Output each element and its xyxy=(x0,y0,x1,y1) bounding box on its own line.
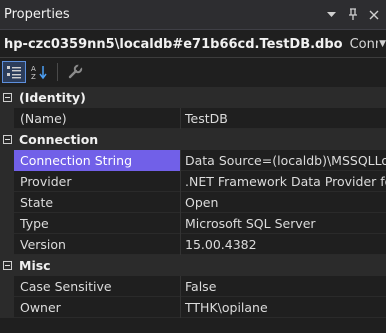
property-value[interactable]: Open xyxy=(180,191,386,213)
property-value[interactable]: False xyxy=(180,275,386,297)
property-value[interactable]: .NET Framework Data Provider for SQL Ser… xyxy=(180,170,386,192)
property-value[interactable]: Microsoft SQL Server xyxy=(180,212,386,234)
close-button[interactable] xyxy=(365,5,382,25)
property-row-provider[interactable]: Provider .NET Framework Data Provider fo… xyxy=(0,170,386,192)
chevron-down-icon[interactable]: ▼ xyxy=(379,39,386,49)
wrench-icon xyxy=(68,63,83,78)
property-row-name[interactable]: (Name) TestDB xyxy=(0,107,386,129)
row-gutter xyxy=(0,212,14,234)
row-gutter xyxy=(0,296,14,318)
toolbar-separator xyxy=(57,62,58,81)
row-gutter xyxy=(0,170,14,192)
collapse-box-icon xyxy=(2,261,12,270)
category-identity[interactable]: (Identity) xyxy=(0,87,386,108)
sort-alphabetical-icon: A Z xyxy=(31,65,47,80)
svg-text:Z: Z xyxy=(31,73,36,80)
title-bar: Properties xyxy=(0,0,386,30)
property-grid: (Identity) (Name) TestDB Connection Conn… xyxy=(0,87,386,318)
pin-button[interactable] xyxy=(344,5,361,25)
property-pages-button[interactable] xyxy=(63,61,87,83)
category-label: Connection xyxy=(19,132,99,147)
property-name: State xyxy=(20,194,54,210)
categorized-button[interactable] xyxy=(2,60,26,83)
property-value[interactable]: TTHK\opilane xyxy=(180,296,386,318)
chevron-down-icon xyxy=(327,11,336,17)
property-name: (Name) xyxy=(20,110,67,126)
category-connection[interactable]: Connection xyxy=(0,129,386,150)
category-misc[interactable]: Misc xyxy=(0,255,386,276)
row-gutter xyxy=(0,233,14,255)
property-value[interactable]: Data Source=(localdb)\MSSQLLocalDB;Initi… xyxy=(180,149,386,171)
property-name: Connection String xyxy=(14,149,180,171)
property-name: Provider xyxy=(20,173,72,189)
property-value[interactable]: 15.00.4382 xyxy=(180,233,386,255)
property-row-version[interactable]: Version 15.00.4382 xyxy=(0,233,386,255)
alphabetical-button[interactable]: A Z xyxy=(28,61,52,83)
collapse-box-icon xyxy=(2,135,12,144)
property-value[interactable]: TestDB xyxy=(180,107,386,129)
object-name: hp-czc0359nn5\localdb#e71b66cd.TestDB.db… xyxy=(4,36,343,52)
row-gutter xyxy=(0,275,14,297)
property-name: Case Sensitive xyxy=(20,278,112,294)
row-gutter xyxy=(0,149,14,171)
svg-text:A: A xyxy=(31,65,36,73)
property-row-owner[interactable]: Owner TTHK\opilane xyxy=(0,296,386,318)
property-row-connection-string[interactable]: Connection String Data Source=(localdb)\… xyxy=(0,149,386,171)
collapse-box-icon xyxy=(2,93,12,102)
row-gutter xyxy=(0,107,14,129)
categorized-icon xyxy=(7,65,21,78)
window-menu-button[interactable] xyxy=(323,5,340,25)
collapse-toggle[interactable] xyxy=(0,129,14,150)
property-row-state[interactable]: State Open xyxy=(0,191,386,213)
collapse-toggle[interactable] xyxy=(0,87,14,108)
property-name: Owner xyxy=(20,299,61,315)
close-icon xyxy=(369,10,378,19)
pin-icon xyxy=(348,8,357,20)
window-title: Properties xyxy=(4,7,70,22)
property-row-type[interactable]: Type Microsoft SQL Server xyxy=(0,212,386,234)
category-label: (Identity) xyxy=(19,90,86,105)
row-gutter xyxy=(0,191,14,213)
collapse-toggle[interactable] xyxy=(0,255,14,276)
property-row-case-sensitive[interactable]: Case Sensitive False xyxy=(0,275,386,297)
object-selector[interactable]: hp-czc0359nn5\localdb#e71b66cd.TestDB.db… xyxy=(0,31,386,58)
object-type: Connection xyxy=(349,36,378,52)
property-name: Type xyxy=(20,215,49,231)
properties-toolbar: A Z xyxy=(0,58,386,85)
category-label: Misc xyxy=(19,258,51,273)
property-name: Version xyxy=(20,236,66,252)
description-area xyxy=(0,318,386,333)
